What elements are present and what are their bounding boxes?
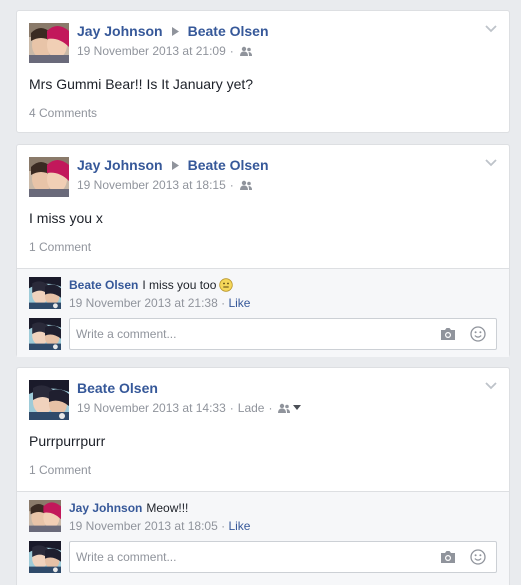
target-link[interactable]: Beate Olsen	[188, 23, 269, 39]
post-card: Jay Johnson Beate Olsen 19 November 2013…	[16, 144, 510, 357]
avatar[interactable]	[29, 380, 69, 420]
post-text: Purrpurrpurr	[29, 433, 106, 449]
comments-section: Beate Olsen I miss you too 19 November 2…	[17, 268, 509, 357]
comment-author-link[interactable]: Beate Olsen	[69, 278, 138, 292]
avatar[interactable]	[29, 157, 69, 197]
post-text: Mrs Gummi Bear!! Is It January yet?	[29, 76, 254, 92]
separator: ·	[229, 44, 234, 58]
avatar	[29, 541, 61, 573]
emoji-icon[interactable]	[470, 549, 486, 565]
comment-input-box[interactable]	[69, 318, 497, 350]
comment-meta: 19 November 2013 at 18:05 · Like	[69, 519, 250, 533]
arrow-right-icon	[171, 160, 179, 170]
action-label[interactable]: Lade	[238, 401, 265, 415]
like-link[interactable]: Like	[228, 296, 250, 310]
post-text: I miss you x	[29, 210, 103, 226]
separator: ·	[229, 401, 234, 415]
post-meta: 19 November 2013 at 14:33 · Lade ·	[77, 401, 302, 415]
separator: ·	[229, 178, 234, 192]
post-card: Jay Johnson Beate Olsen 19 November 2013…	[16, 10, 510, 133]
avatar[interactable]	[29, 23, 69, 63]
camera-icon[interactable]	[440, 327, 456, 341]
comment-timestamp[interactable]: 19 November 2013 at 21:38	[69, 296, 218, 310]
friends-icon[interactable]	[278, 403, 291, 413]
friends-icon[interactable]	[239, 46, 252, 56]
comment-input-box[interactable]	[69, 541, 497, 573]
smiley-icon	[219, 278, 234, 292]
separator: ·	[221, 296, 226, 310]
comment-input[interactable]	[76, 542, 416, 572]
chevron-down-icon[interactable]	[485, 159, 497, 167]
comment-meta: 19 November 2013 at 21:38 · Like	[69, 296, 250, 310]
comment-input[interactable]	[76, 319, 416, 349]
post-header: Jay Johnson Beate Olsen	[77, 157, 269, 173]
timestamp[interactable]: 19 November 2013 at 14:33	[77, 401, 226, 415]
arrow-right-icon	[171, 26, 179, 36]
separator: ·	[268, 401, 273, 415]
comment-author-link[interactable]: Jay Johnson	[69, 501, 142, 515]
separator: ·	[221, 519, 226, 533]
post-card: Beate Olsen 19 November 2013 at 14:33 · …	[16, 367, 510, 585]
avatar[interactable]	[29, 500, 61, 532]
comment-count-link[interactable]: 1 Comment	[29, 463, 91, 477]
timestamp[interactable]: 19 November 2013 at 18:15	[77, 178, 226, 192]
timestamp[interactable]: 19 November 2013 at 21:09	[77, 44, 226, 58]
avatar[interactable]	[29, 277, 61, 309]
post-meta: 19 November 2013 at 21:09 ·	[77, 44, 252, 58]
comment-text: Meow!!!	[146, 501, 189, 515]
emoji-icon[interactable]	[470, 326, 486, 342]
comment-count-link[interactable]: 4 Comments	[29, 106, 97, 120]
target-link[interactable]: Beate Olsen	[188, 157, 269, 173]
post-meta: 19 November 2013 at 18:15 ·	[77, 178, 252, 192]
author-link[interactable]: Jay Johnson	[77, 23, 163, 39]
author-link[interactable]: Jay Johnson	[77, 157, 163, 173]
comment-text: I miss you too	[142, 278, 217, 292]
friends-icon[interactable]	[239, 180, 252, 190]
comments-section: Jay Johnson Meow!!! 19 November 2013 at …	[17, 491, 509, 585]
post-header: Jay Johnson Beate Olsen	[77, 23, 269, 39]
comment: Beate Olsen I miss you too	[69, 278, 234, 292]
avatar	[29, 318, 61, 350]
comment-count-link[interactable]: 1 Comment	[29, 240, 91, 254]
caret-down-icon[interactable]	[293, 405, 302, 411]
post-header: Beate Olsen	[77, 380, 158, 396]
chevron-down-icon[interactable]	[485, 382, 497, 390]
author-link[interactable]: Beate Olsen	[77, 380, 158, 396]
comment-timestamp[interactable]: 19 November 2013 at 18:05	[69, 519, 218, 533]
like-link[interactable]: Like	[228, 519, 250, 533]
chevron-down-icon[interactable]	[485, 25, 497, 33]
camera-icon[interactable]	[440, 550, 456, 564]
comment: Jay Johnson Meow!!!	[69, 501, 188, 515]
